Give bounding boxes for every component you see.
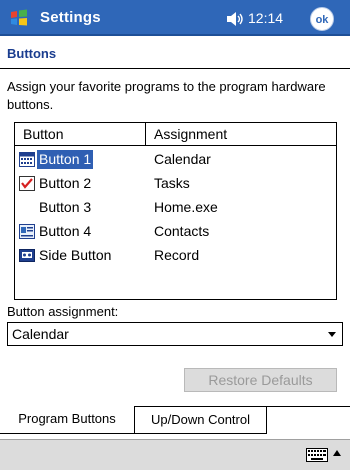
row-button-name: Button 1 <box>37 150 94 169</box>
windows-start-icon[interactable] <box>9 8 29 28</box>
clock[interactable]: 12:14 <box>248 10 283 26</box>
row-assignment: Calendar <box>154 151 211 167</box>
row-button-name: Side Button <box>39 247 112 263</box>
app-title[interactable]: Settings <box>40 9 101 26</box>
restore-defaults-button[interactable]: Restore Defaults <box>184 368 337 392</box>
row-assignment: Record <box>154 247 200 263</box>
row-assignment: Tasks <box>154 175 190 191</box>
button-assignment-label: Button assignment: <box>7 304 119 319</box>
list-row-button-1[interactable]: Button 1 Calendar <box>15 148 336 172</box>
dropdown-value: Calendar <box>12 326 69 342</box>
button-list[interactable]: Button Assignment Button 1 Calendar Butt… <box>14 122 337 300</box>
title-bar: Settings 12:14 ok <box>0 0 350 36</box>
speaker-icon[interactable] <box>226 11 244 27</box>
row-assignment: Contacts <box>154 223 210 239</box>
contacts-icon <box>19 224 35 239</box>
keyboard-icon[interactable] <box>306 448 328 462</box>
heading-divider <box>0 68 350 69</box>
ok-button[interactable]: ok <box>310 7 334 31</box>
record-icon <box>19 249 35 262</box>
page-title: Buttons <box>7 46 57 61</box>
menu-bar <box>0 439 350 470</box>
list-row-button-2[interactable]: Button 2 Tasks <box>15 172 336 196</box>
list-row-button-4[interactable]: Button 4 Contacts <box>15 220 336 244</box>
row-button-name: Button 2 <box>39 175 92 191</box>
row-button-name: Button 3 <box>39 199 92 215</box>
column-header-assignment[interactable]: Assignment <box>146 123 336 145</box>
calendar-icon <box>19 152 35 167</box>
button-assignment-dropdown[interactable]: Calendar <box>7 322 343 346</box>
row-assignment: Home.exe <box>154 199 218 215</box>
tab-up-down-control[interactable]: Up/Down Control <box>135 406 267 434</box>
row-button-name: Button 4 <box>39 223 92 239</box>
list-row-side-button[interactable]: Side Button Record <box>15 244 336 268</box>
column-header-button[interactable]: Button <box>15 123 146 145</box>
sip-toggle-arrow-icon[interactable] <box>333 450 341 456</box>
instructions-text: Assign your favorite programs to the pro… <box>7 79 326 112</box>
list-header: Button Assignment <box>15 123 336 146</box>
list-row-button-3[interactable]: Button 3 Home.exe <box>15 196 336 220</box>
tab-program-buttons[interactable]: Program Buttons <box>0 406 135 434</box>
tasks-icon <box>19 176 35 191</box>
chevron-down-icon[interactable] <box>328 332 336 337</box>
